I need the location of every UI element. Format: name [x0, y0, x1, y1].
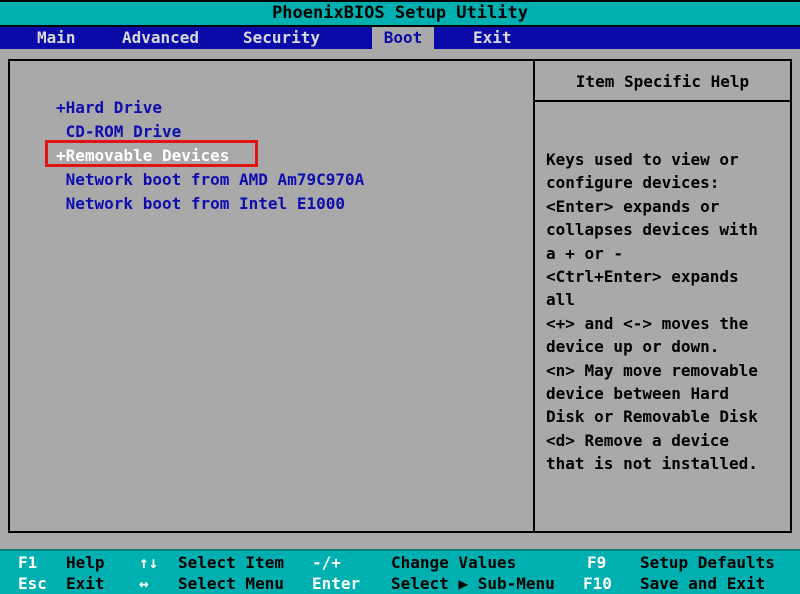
help-line: all	[546, 288, 787, 311]
key-updown-arrows: ↑↓	[139, 553, 158, 573]
boot-item-network-amd[interactable]: Network boot from AMD Am79C970A	[56, 168, 364, 192]
tab-main[interactable]: Main	[37, 27, 76, 49]
boot-device-panel: +Hard Drive CD-ROM Drive +Removable Devi…	[8, 59, 535, 533]
key-minus-plus: -/+	[312, 553, 341, 573]
app-title: PhoenixBIOS Setup Utility	[272, 3, 528, 23]
help-line: device between Hard	[546, 382, 787, 405]
footer-keybar: F1 Help ↑↓ Select Item -/+ Change Values…	[0, 549, 800, 594]
footer-row-2: Esc Exit ↔ Select Menu Enter Select ▶ Su…	[0, 574, 800, 594]
help-line: <Enter> expands or	[546, 195, 787, 218]
help-line: configure devices:	[546, 171, 787, 194]
help-line: collapses devices with	[546, 218, 787, 241]
tab-advanced[interactable]: Advanced	[122, 27, 199, 49]
boot-item-hard-drive[interactable]: +Hard Drive	[56, 96, 162, 120]
help-line: a + or -	[546, 242, 787, 265]
help-line: Keys used to view or	[546, 148, 787, 171]
key-f10-label: Save and Exit	[640, 574, 765, 594]
help-line: that is not installed.	[546, 452, 787, 475]
help-line: Disk or Removable Disk	[546, 405, 787, 428]
help-line: <n> May move removable	[546, 359, 787, 382]
key-esc-label: Exit	[66, 574, 105, 594]
help-line: device up or down.	[546, 335, 787, 358]
key-updown-label: Select Item	[178, 553, 284, 573]
tab-security[interactable]: Security	[243, 27, 320, 49]
title-bar: PhoenixBIOS Setup Utility	[0, 0, 800, 27]
key-f1-label: Help	[66, 553, 105, 573]
help-line: <Ctrl+Enter> expands	[546, 265, 787, 288]
tab-exit[interactable]: Exit	[473, 27, 512, 49]
key-enter-label: Select ▶ Sub-Menu	[391, 574, 555, 594]
help-panel-body: Keys used to view or configure devices: …	[546, 148, 787, 475]
key-f1: F1	[18, 553, 37, 573]
boot-item-removable-devices[interactable]: +Removable Devices	[56, 144, 229, 168]
key-leftright-label: Select Menu	[178, 574, 284, 594]
key-leftright-arrows: ↔	[139, 574, 149, 594]
menu-bar: Main Advanced Security Boot Exit	[0, 27, 800, 49]
boot-item-network-intel[interactable]: Network boot from Intel E1000	[56, 192, 345, 216]
key-f9-label: Setup Defaults	[640, 553, 775, 573]
key-f9: F9	[587, 553, 606, 573]
key-f10: F10	[583, 574, 612, 594]
footer-row-1: F1 Help ↑↓ Select Item -/+ Change Values…	[0, 553, 800, 573]
help-panel-title: Item Specific Help	[535, 61, 790, 102]
help-panel: Item Specific Help Keys used to view or …	[533, 59, 792, 533]
bios-setup-screen: PhoenixBIOS Setup Utility Main Advanced …	[0, 0, 800, 594]
key-minus-plus-label: Change Values	[391, 553, 516, 573]
key-esc: Esc	[18, 574, 47, 594]
tab-boot[interactable]: Boot	[372, 27, 434, 49]
help-line: <+> and <-> moves the	[546, 312, 787, 335]
help-line: <d> Remove a device	[546, 429, 787, 452]
key-enter: Enter	[312, 574, 360, 594]
